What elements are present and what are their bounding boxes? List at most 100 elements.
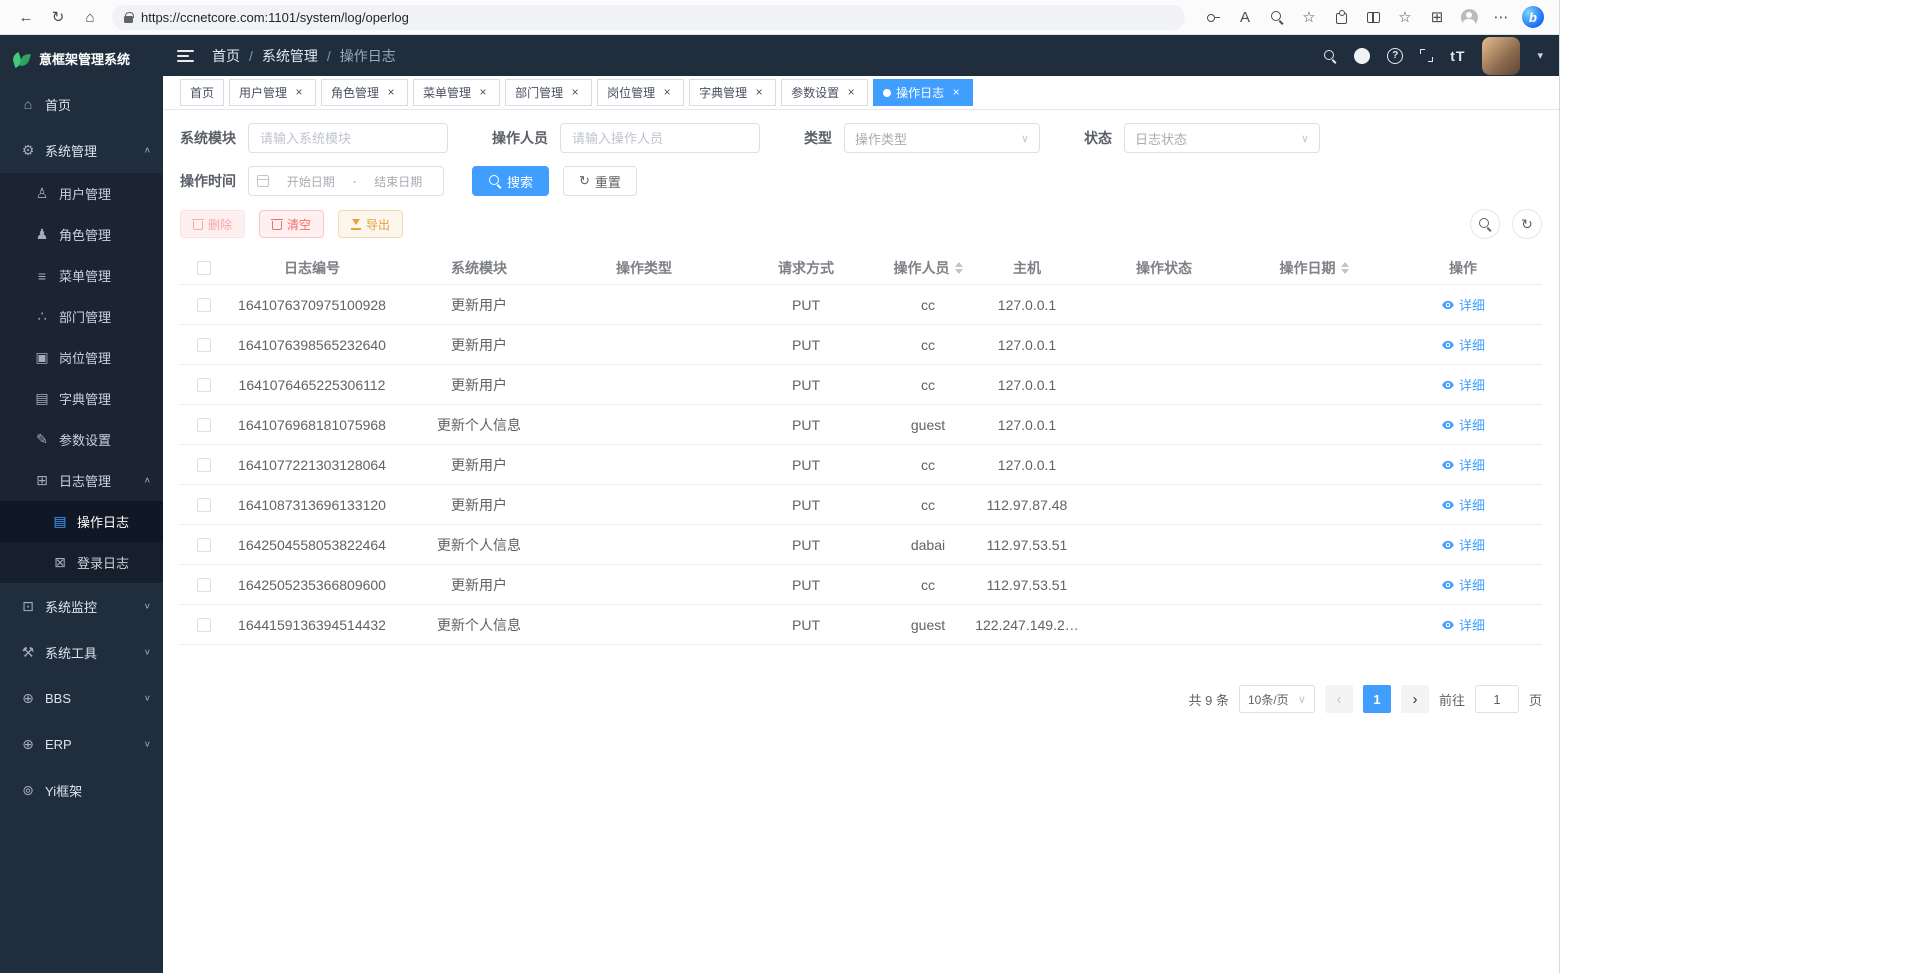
- sidebar-item-monitor[interactable]: ⊡ 系统监控 ∨: [0, 583, 163, 629]
- tab-close-icon[interactable]: ×: [752, 86, 766, 100]
- sort-icon[interactable]: [1341, 262, 1349, 274]
- search-button[interactable]: 搜索: [472, 166, 549, 196]
- delete-button[interactable]: 删除: [180, 210, 245, 238]
- detail-link[interactable]: 详细: [1441, 295, 1485, 314]
- detail-link[interactable]: 详细: [1441, 575, 1485, 594]
- sidebar-item-post[interactable]: ▣ 岗位管理: [0, 337, 163, 378]
- sidebar-item-operlog[interactable]: ▤ 操作日志: [0, 501, 163, 542]
- date-range-picker[interactable]: 开始日期 - 结束日期: [248, 166, 444, 196]
- breadcrumb-home[interactable]: 首页: [212, 46, 240, 66]
- detail-link[interactable]: 详细: [1441, 335, 1485, 354]
- sidebar-item-dept[interactable]: ∴ 部门管理: [0, 296, 163, 337]
- app-logo[interactable]: 意框架管理系统: [0, 35, 163, 81]
- table-row[interactable]: 1641087313696133120 更新用户 PUT cc 112.97.8…: [180, 485, 1542, 525]
- tab-close-icon[interactable]: ×: [568, 86, 582, 100]
- reload-icon[interactable]: ↻: [42, 3, 74, 31]
- page-tab[interactable]: 字典管理 ×: [689, 79, 776, 106]
- table-row[interactable]: 1641076398565232640 更新用户 PUT cc 127.0.0.…: [180, 325, 1542, 365]
- help-icon[interactable]: ?: [1387, 48, 1403, 64]
- breadcrumb-system[interactable]: 系统管理: [262, 46, 318, 66]
- page-tab[interactable]: 参数设置 ×: [781, 79, 868, 106]
- collections-icon[interactable]: ⊞: [1421, 3, 1453, 31]
- row-checkbox[interactable]: [197, 378, 211, 392]
- profile-icon[interactable]: [1453, 3, 1485, 31]
- github-icon[interactable]: [1354, 48, 1370, 64]
- search-icon[interactable]: [1323, 49, 1337, 63]
- address-bar[interactable]: https://ccnetcore.com:1101/system/log/op…: [112, 5, 1185, 30]
- detail-link[interactable]: 详细: [1441, 535, 1485, 554]
- favorites-bar-icon[interactable]: ☆: [1389, 3, 1421, 31]
- user-avatar[interactable]: [1482, 37, 1520, 75]
- module-input[interactable]: [248, 123, 448, 153]
- copilot-icon[interactable]: b: [1517, 3, 1549, 31]
- table-row[interactable]: 1642505235366809600 更新用户 PUT cc 112.97.5…: [180, 565, 1542, 605]
- prev-page-button[interactable]: ‹: [1325, 685, 1353, 713]
- browser-home-icon[interactable]: ⌂: [74, 3, 106, 31]
- sidebar-item-role[interactable]: ♟ 角色管理: [0, 214, 163, 255]
- tab-close-icon[interactable]: ×: [476, 86, 490, 100]
- sidebar-item-param[interactable]: ✎ 参数设置: [0, 419, 163, 460]
- zoom-icon[interactable]: [1261, 3, 1293, 31]
- reset-button[interactable]: ↻ 重置: [563, 166, 637, 196]
- table-row[interactable]: 1641076370975100928 更新用户 PUT cc 127.0.0.…: [180, 285, 1542, 325]
- row-checkbox[interactable]: [197, 538, 211, 552]
- fullscreen-icon[interactable]: [1420, 49, 1433, 62]
- export-button[interactable]: 导出: [338, 210, 403, 238]
- sidebar-item-home[interactable]: ⌂ 首页: [0, 81, 163, 127]
- status-select[interactable]: 日志状态 ∨: [1124, 123, 1320, 153]
- sidebar-item-dict[interactable]: ▤ 字典管理: [0, 378, 163, 419]
- sidebar-item-loginlog[interactable]: ⊠ 登录日志: [0, 542, 163, 583]
- back-icon[interactable]: ←: [10, 3, 42, 31]
- page-tab[interactable]: 菜单管理 ×: [413, 79, 500, 106]
- extensions-icon[interactable]: [1325, 3, 1357, 31]
- sidebar-item-erp[interactable]: ⊕ ERP ∨: [0, 721, 163, 767]
- clear-button[interactable]: 清空: [259, 210, 324, 238]
- row-checkbox[interactable]: [197, 298, 211, 312]
- font-size-icon[interactable]: tT: [1450, 48, 1465, 64]
- goto-page-input[interactable]: [1475, 685, 1519, 713]
- tab-close-icon[interactable]: ×: [844, 86, 858, 100]
- tab-close-icon[interactable]: ×: [292, 86, 306, 100]
- page-tab[interactable]: 岗位管理 ×: [597, 79, 684, 106]
- detail-link[interactable]: 详细: [1441, 415, 1485, 434]
- row-checkbox[interactable]: [197, 338, 211, 352]
- detail-link[interactable]: 详细: [1441, 495, 1485, 514]
- page-tab[interactable]: 角色管理 ×: [321, 79, 408, 106]
- sidebar-item-menu[interactable]: ≡ 菜单管理: [0, 255, 163, 296]
- page-tab[interactable]: 用户管理 ×: [229, 79, 316, 106]
- col-header-operator[interactable]: 操作人员: [886, 258, 970, 278]
- sidebar-item-bbs[interactable]: ⊕ BBS ∨: [0, 675, 163, 721]
- col-header-date[interactable]: 操作日期: [1244, 258, 1384, 278]
- page-tab[interactable]: 部门管理 ×: [505, 79, 592, 106]
- caret-down-icon[interactable]: ▾: [1537, 49, 1543, 62]
- read-aloud-icon[interactable]: A: [1229, 3, 1261, 31]
- show-search-button[interactable]: [1470, 209, 1500, 239]
- table-row[interactable]: 1642504558053822464 更新个人信息 PUT dabai 112…: [180, 525, 1542, 565]
- table-row[interactable]: 1641076968181075968 更新个人信息 PUT guest 127…: [180, 405, 1542, 445]
- favorite-star-icon[interactable]: ☆: [1293, 3, 1325, 31]
- page-number-1[interactable]: 1: [1363, 685, 1391, 713]
- row-checkbox[interactable]: [197, 458, 211, 472]
- page-tab[interactable]: 首页 ×: [180, 79, 224, 106]
- select-all-checkbox[interactable]: [197, 261, 211, 275]
- sidebar-item-log[interactable]: ⊞ 日志管理 ∧: [0, 460, 163, 501]
- split-screen-icon[interactable]: [1357, 3, 1389, 31]
- page-tab[interactable]: 操作日志 ×: [873, 79, 973, 106]
- row-checkbox[interactable]: [197, 618, 211, 632]
- detail-link[interactable]: 详细: [1441, 375, 1485, 394]
- type-select[interactable]: 操作类型 ∨: [844, 123, 1040, 153]
- detail-link[interactable]: 详细: [1441, 455, 1485, 474]
- table-row[interactable]: 1644159136394514432 更新个人信息 PUT guest 122…: [180, 605, 1542, 645]
- sidebar-item-user[interactable]: ♙ 用户管理: [0, 173, 163, 214]
- more-menu-icon[interactable]: ⋯: [1485, 3, 1517, 31]
- sort-icon[interactable]: [955, 262, 963, 274]
- refresh-table-button[interactable]: ↻: [1512, 209, 1542, 239]
- table-row[interactable]: 1641076465225306112 更新用户 PUT cc 127.0.0.…: [180, 365, 1542, 405]
- sidebar-item-yi[interactable]: ⊚ Yi框架: [0, 767, 163, 813]
- sidebar-item-tools[interactable]: ⚒ 系统工具 ∨: [0, 629, 163, 675]
- password-key-icon[interactable]: [1197, 3, 1229, 31]
- row-checkbox[interactable]: [197, 498, 211, 512]
- row-checkbox[interactable]: [197, 418, 211, 432]
- table-row[interactable]: 1641077221303128064 更新用户 PUT cc 127.0.0.…: [180, 445, 1542, 485]
- page-size-select[interactable]: 10条/页 ∨: [1239, 685, 1315, 713]
